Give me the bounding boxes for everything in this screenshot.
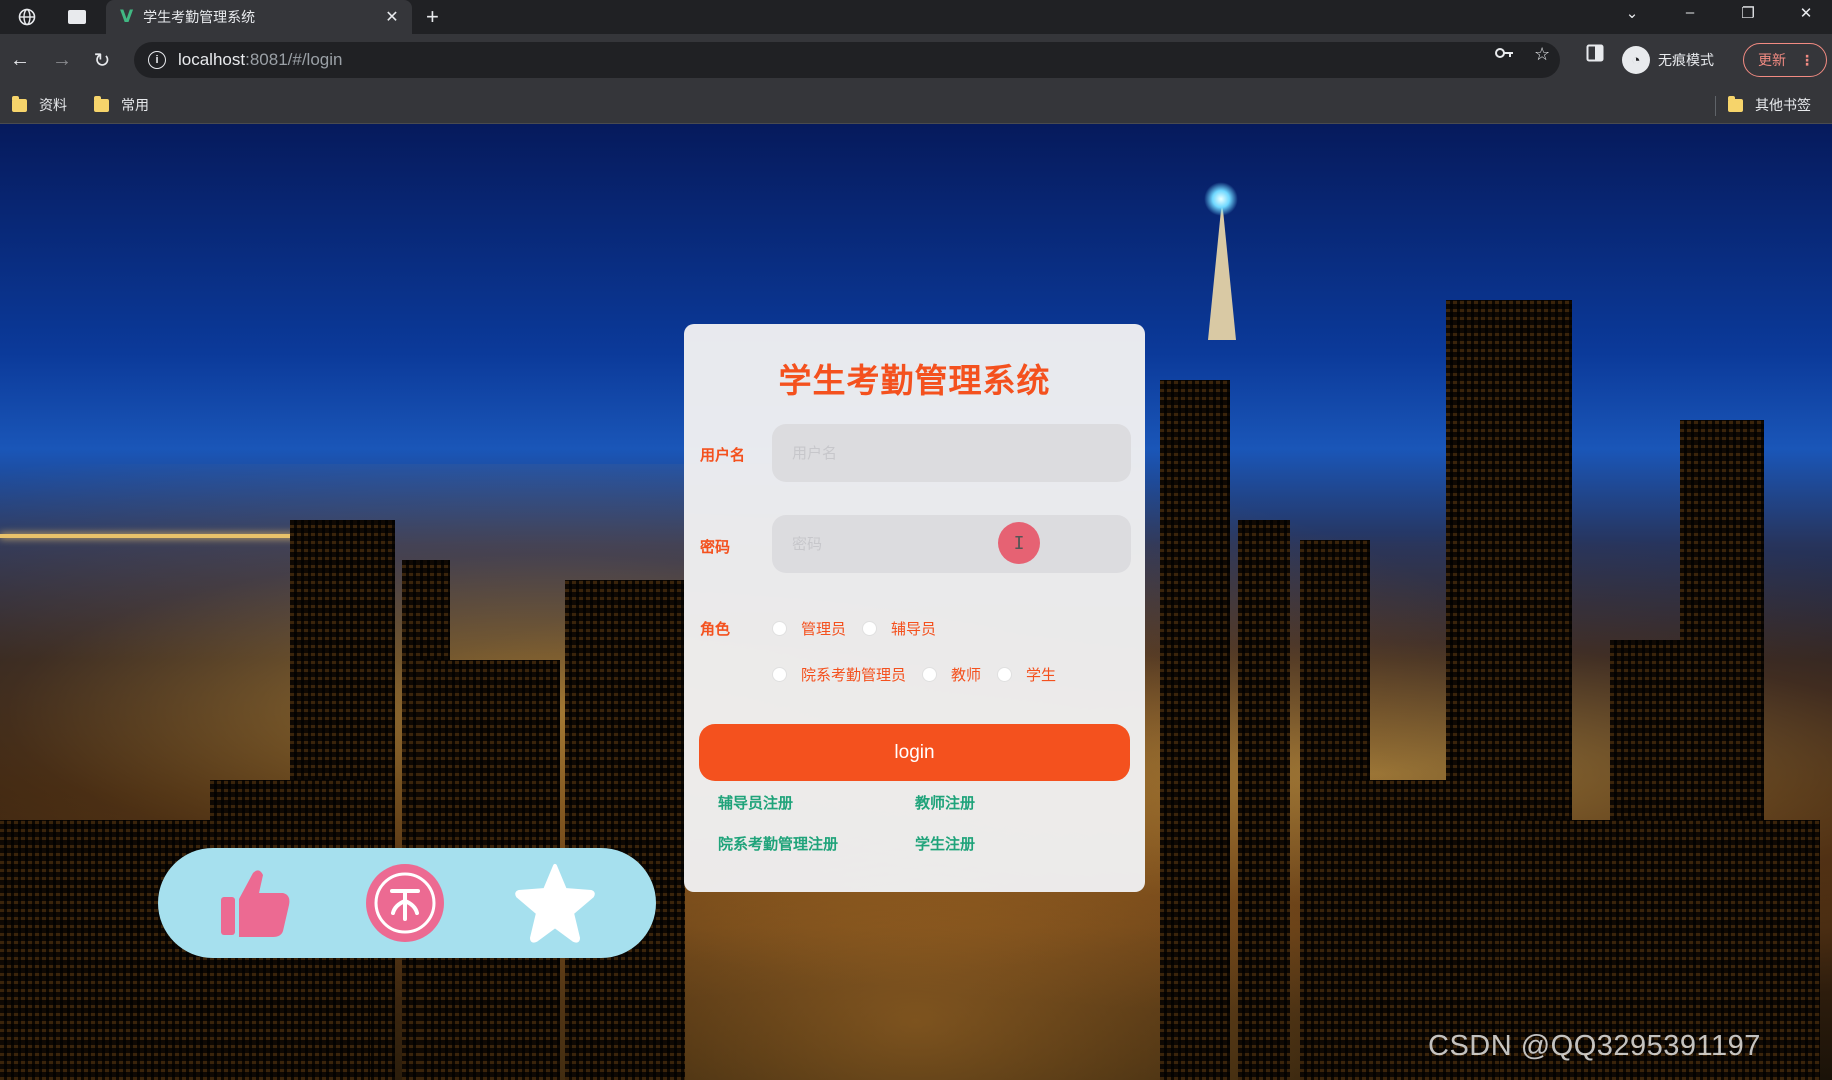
vue-logo-icon: V — [120, 7, 134, 27]
role-radio-group-row2: 院系考勤管理员 教师 学生 — [772, 664, 1072, 685]
folder-icon — [12, 95, 27, 112]
bookmark-label: 常用 — [121, 97, 149, 113]
role-radio-dept-attendance-admin[interactable]: 院系考勤管理员 — [772, 664, 906, 685]
bookmark-folder-ziliao[interactable]: 资料 — [12, 95, 67, 115]
role-radio-group-row1: 管理员 辅导员 — [772, 618, 952, 639]
coin-icon — [366, 864, 444, 942]
other-bookmarks[interactable]: 其他书签 — [1728, 95, 1811, 115]
role-radio-admin[interactable]: 管理员 — [772, 618, 846, 639]
tab-strip: V 学生考勤管理系统 ✕ + ⌄ – ❐ ✕ — [0, 0, 1832, 34]
dept-attendance-register-link[interactable]: 院系考勤管理注册 — [718, 833, 838, 854]
site-info-icon[interactable]: i — [148, 51, 166, 69]
tower-spire — [1208, 200, 1236, 340]
role-radio-student[interactable]: 学生 — [997, 664, 1056, 685]
role-option-label: 院系考勤管理员 — [801, 667, 907, 684]
star-icon — [515, 864, 595, 943]
update-label: 更新 — [1758, 52, 1786, 68]
restore-icon[interactable]: ❐ — [1728, 4, 1768, 22]
tab-title: 学生考勤管理系统 — [143, 9, 256, 25]
like-button[interactable] — [214, 862, 296, 944]
incognito-indicator[interactable]: ◔ 无痕模式 — [1622, 42, 1714, 78]
username-input[interactable] — [772, 424, 1131, 482]
role-option-label: 学生 — [1026, 667, 1057, 684]
login-button[interactable]: login — [699, 724, 1130, 781]
bridge-lights — [0, 534, 300, 538]
bookmark-star-icon[interactable]: ☆ — [1534, 44, 1550, 65]
bookmarks-separator — [1715, 96, 1716, 116]
tab-list-chevron-icon[interactable]: ⌄ — [1612, 4, 1652, 22]
pyramid-tower — [1160, 380, 1230, 1080]
counselor-register-link[interactable]: 辅导员注册 — [718, 792, 793, 813]
mouse-cursor-highlight: I — [998, 522, 1040, 564]
radio-circle[interactable] — [922, 667, 938, 682]
username-label: 用户名 — [700, 447, 746, 464]
side-panel-icon[interactable] — [1586, 44, 1604, 67]
key-icon[interactable] — [1494, 44, 1514, 67]
address-bar[interactable]: i localhost:8081/#/login — [134, 42, 1560, 78]
role-radio-teacher[interactable]: 教师 — [922, 664, 981, 685]
role-option-label: 管理员 — [801, 621, 847, 638]
folder-icon — [94, 95, 109, 112]
coin-button[interactable] — [364, 862, 446, 944]
bookmark-folder-changyong[interactable]: 常用 — [94, 95, 149, 115]
thumbs-up-icon — [221, 870, 290, 937]
teacher-register-link[interactable]: 教师注册 — [915, 792, 975, 813]
url-path: :8081/#/login — [245, 50, 343, 69]
back-icon[interactable]: ← — [6, 46, 34, 74]
forward-icon[interactable]: → — [48, 46, 76, 74]
building — [1238, 520, 1290, 1080]
password-input[interactable] — [772, 515, 1131, 573]
password-label: 密码 — [700, 539, 731, 556]
other-bookmarks-label: 其他书签 — [1755, 97, 1811, 113]
folder-icon — [1728, 95, 1743, 112]
radio-circle[interactable] — [772, 621, 787, 636]
login-title: 学生考勤管理系统 — [778, 362, 1051, 399]
radio-circle[interactable] — [772, 667, 787, 682]
more-menu-icon[interactable]: ⋮ — [1800, 52, 1814, 69]
tab-active[interactable]: V 学生考勤管理系统 ✕ — [106, 0, 412, 34]
role-radio-counselor[interactable]: 辅导员 — [862, 618, 936, 639]
bookmarks-bar: 资料 常用 其他书签 — [0, 86, 1832, 124]
role-option-label: 辅导员 — [891, 621, 937, 638]
globe-icon[interactable] — [14, 5, 40, 29]
login-card: 学生考勤管理系统 用户名 密码 角色 管理员 辅导员 院系考勤管理员 教师 学生… — [684, 324, 1145, 892]
building — [565, 580, 685, 1080]
minimize-icon[interactable]: – — [1670, 4, 1710, 21]
bookmark-label: 资料 — [39, 97, 67, 113]
radio-circle[interactable] — [997, 667, 1013, 682]
url-host: localhost — [178, 50, 246, 69]
window-close-icon[interactable]: ✕ — [1786, 4, 1826, 22]
close-tab-icon[interactable]: ✕ — [382, 7, 402, 27]
tab-search-icon[interactable] — [64, 5, 90, 29]
favorite-button[interactable] — [514, 862, 596, 944]
radio-circle[interactable] — [862, 621, 878, 636]
new-tab-icon[interactable]: + — [426, 4, 439, 30]
incognito-label: 无痕模式 — [1658, 52, 1714, 68]
role-label: 角色 — [700, 621, 731, 638]
browser-toolbar: ← → ↻ i localhost:8081/#/login ☆ ◔ 无痕模式 … — [0, 34, 1832, 86]
incognito-icon: ◔ — [1622, 46, 1650, 74]
role-option-label: 教师 — [951, 667, 982, 684]
spire-light — [1204, 182, 1238, 216]
update-button[interactable]: 更新 ⋮ — [1743, 43, 1827, 77]
student-register-link[interactable]: 学生注册 — [915, 833, 975, 854]
action-pill — [158, 848, 656, 958]
csdn-watermark: CSDN @QQ3295391197 — [1428, 1030, 1761, 1062]
reload-icon[interactable]: ↻ — [88, 46, 116, 74]
